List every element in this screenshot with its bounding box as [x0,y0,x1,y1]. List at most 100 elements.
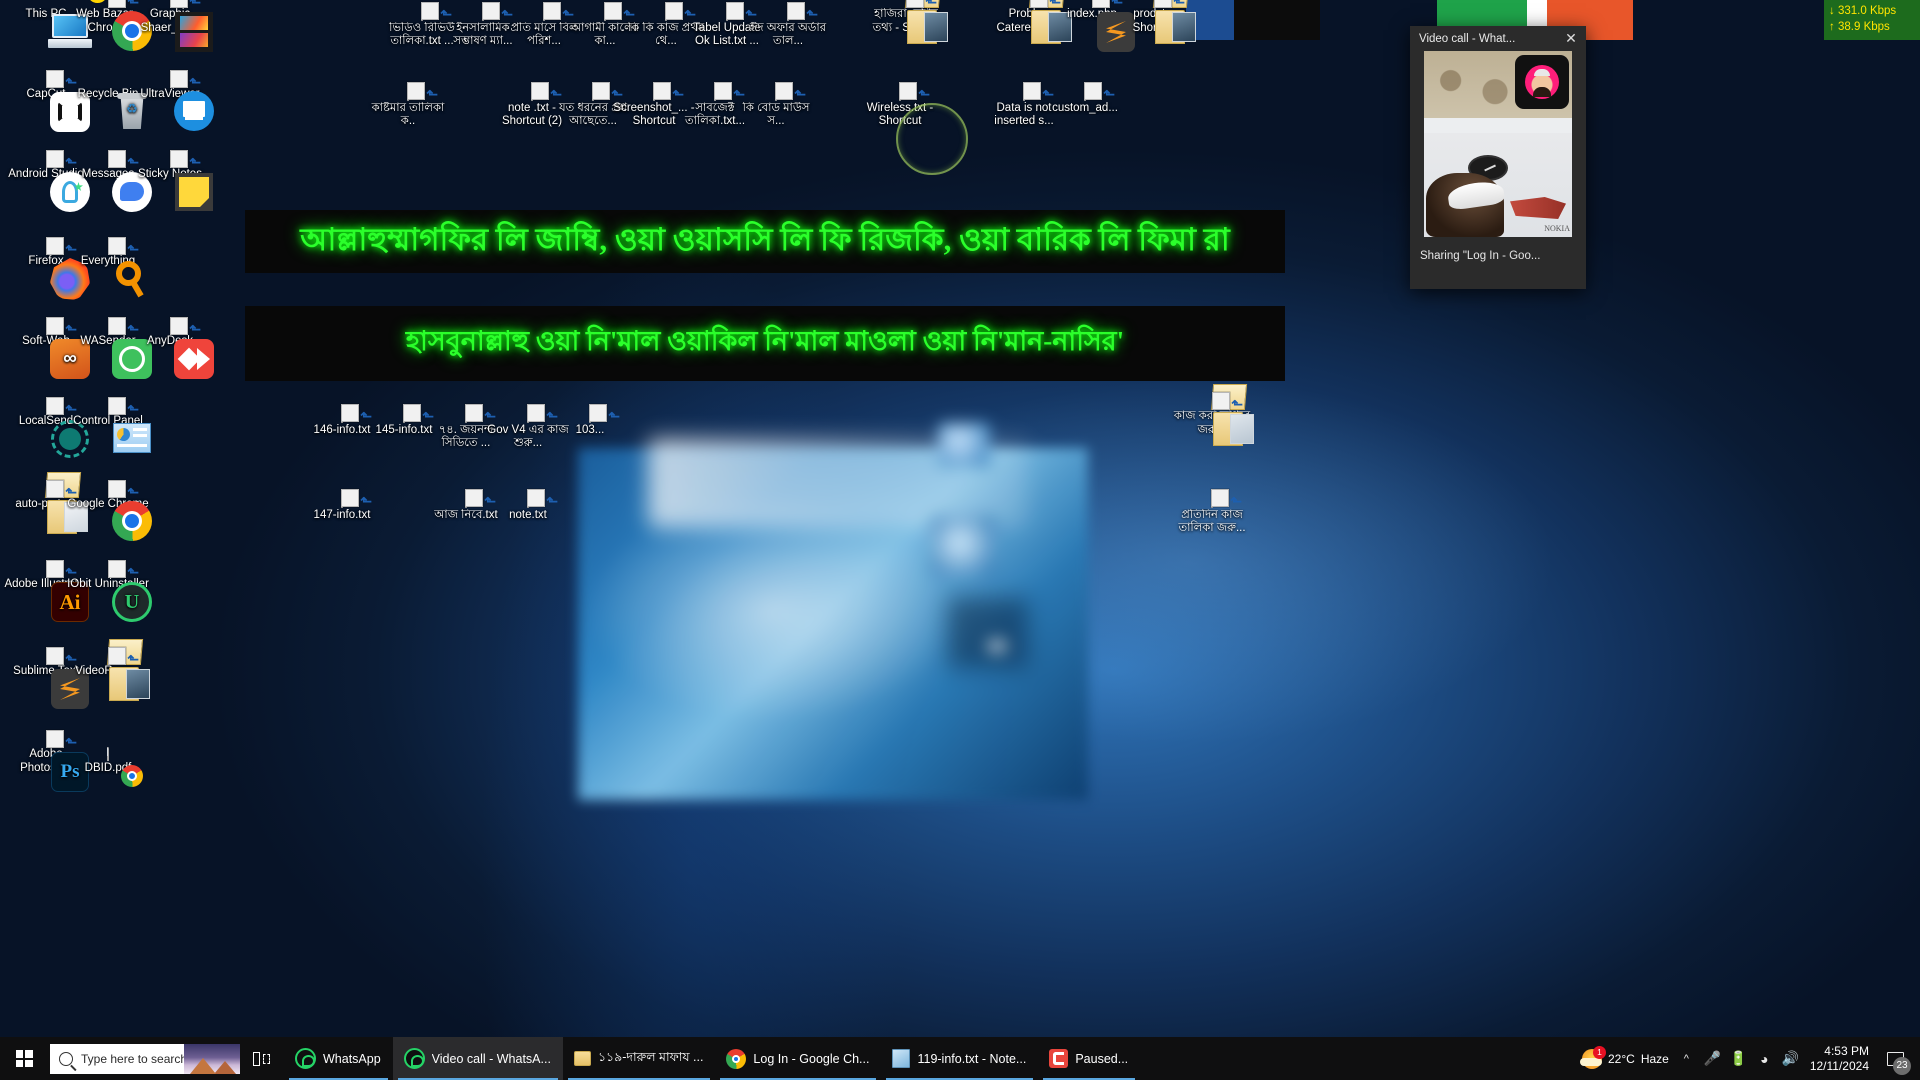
desktop-icon[interactable]: UIObit Uninstaller [66,560,152,622]
video-call-titlebar[interactable]: Video call - What... ✕ [1410,26,1586,51]
weather-temperature: 22°C [1608,1051,1635,1066]
upload-speed: 38.9 Kbps [1838,21,1890,33]
desktop-icon[interactable]: Sticky Notes [128,150,213,211]
desktop-icon[interactable]: AnyDesk [128,317,214,379]
doc-icon [1084,82,1102,101]
doc-icon [665,2,683,21]
video-call-window[interactable]: Video call - What... ✕ NOKIA Sharing "Lo… [1410,26,1586,289]
search-highlight-thumbnail [184,1043,240,1074]
doc-icon [482,2,500,21]
notepad-icon [892,1049,911,1068]
volume-icon[interactable]: 🔊 [1782,1050,1799,1067]
desktop-icon[interactable]: VideoReco... [66,639,150,701]
taskbar-button[interactable]: ১১৯-দারুল মাফায ... [563,1037,715,1080]
doc-icon [589,404,607,423]
self-view-avatar [1515,55,1569,109]
desktop-icon-label: 147-info.txt [313,508,371,521]
weather-icon: 1 [1580,1045,1606,1069]
desktop-icon[interactable]: prodct... Shortc... [1112,0,1196,44]
desktop-icon[interactable]: UltraViewer [128,70,214,131]
desktop-icon[interactable]: কাজ করা লাগবে জরু... [1170,384,1254,446]
doc-icon [531,82,549,101]
clock-time: 4:53 PM [1824,1044,1869,1058]
video-call-feed: NOKIA [1424,51,1572,237]
desktop-icon[interactable]: Control Panel [66,397,151,453]
action-center-button[interactable]: 23 [1878,1037,1912,1080]
upload-arrow-icon: ↑ [1829,21,1835,33]
desktop-text-banner: হাসবুনাল্লাহু ওয়া নি'মাল ওয়াকিল নি'মাল… [245,306,1285,381]
search-input[interactable]: Type here to search [50,1043,240,1074]
desktop-icon[interactable]: প্রতিদিন কাজ তালিকা জরু... [1170,489,1254,536]
taskbar-button[interactable]: 119-info.txt - Note... [881,1037,1038,1080]
doc-icon [775,82,793,101]
desktop-icon[interactable]: note.txt [486,489,570,522]
start-button[interactable] [0,1037,48,1080]
doc-icon [543,2,561,21]
whatsapp-icon [295,1048,316,1069]
desktop-icon[interactable]: কাষ্টমার তালিকা ক.. [366,82,450,129]
doc-icon [407,82,425,101]
chrome-icon [726,1048,747,1069]
shared-screen-overlay [578,423,1088,800]
windows-logo-icon [15,1050,33,1067]
doc-icon [341,404,359,423]
system-tray[interactable]: 1 22°C Haze ^ 🎤 🔋 ◕ 🔊 4:53 PM 12/11/2024… [1580,1037,1920,1080]
video-call-title: Video call - What... [1419,32,1516,45]
download-speed: 331.0 Kbps [1838,5,1897,17]
desktop-icon[interactable]: Google Chrome [66,480,152,541]
doc-icon [592,82,610,101]
desktop-icon[interactable]: 103... [548,404,632,437]
notification-count: 23 [1893,1057,1911,1075]
clock[interactable]: 4:53 PM 12/11/2024 [1808,1044,1869,1073]
doc-icon [714,82,732,101]
desktop-icon[interactable]: Graphic Shaer_Fil... [128,0,213,52]
desktop-text-banner: আল্লাহুম্মাগফির লি জাম্বি, ওয়া ওয়াসসি … [245,210,1285,273]
background-app-stripe [1234,0,1320,40]
desktop-icon-label: 103... [575,423,605,436]
network-speed-meter[interactable]: ↓ 331.0 Kbps ↑ 38.9 Kbps [1824,0,1920,40]
doc-icon [465,404,483,423]
doc-icon [527,489,545,508]
doc-icon [787,2,805,21]
doc-icon [1023,82,1041,101]
doc-icon [726,2,744,21]
folder-icon [573,1051,591,1066]
taskbar-button[interactable]: WhatsApp [284,1037,393,1080]
weather-badge: 1 [1593,1045,1606,1059]
sharing-status: Sharing "Log In - Goo... [1420,250,1541,262]
screenshot-icon [653,82,671,101]
desktop-icon[interactable]: DBID.pdf [66,747,150,787]
weather-condition: Haze [1640,1051,1669,1066]
taskbar-button-label: Video call - WhatsA... [431,1051,551,1066]
taskbar[interactable]: Type here to search WhatsApp Video call -… [0,1037,1920,1080]
taskbar-button[interactable]: Video call - WhatsA... [392,1037,563,1080]
wifi-icon[interactable]: ◕ [1756,1050,1773,1067]
desktop-icon[interactable]: 147-info.txt [300,489,384,522]
doc-icon [527,404,545,423]
doc-icon [604,2,622,21]
desktop-icon-label: ঈদ অফার অর্ডার তাল... [749,21,827,48]
taskbar-button-label: WhatsApp [323,1051,381,1066]
microphone-icon[interactable]: 🎤 [1704,1050,1721,1067]
close-icon[interactable]: ✕ [1556,26,1586,51]
taskbar-button[interactable]: Paused... [1038,1037,1140,1080]
pdf-chrome-icon [107,747,143,787]
idm-icon [1049,1049,1069,1068]
doc-icon [421,2,439,21]
desktop-icon[interactable]: হাজিরা মেশিন তথ্য - Short... [864,0,948,44]
task-view-button[interactable] [240,1037,284,1080]
battery-icon[interactable]: 🔋 [1730,1050,1747,1067]
doc-icon [1211,489,1229,508]
task-view-icon [253,1051,271,1066]
doc-icon [403,404,421,423]
taskbar-button[interactable]: Log In - Google Ch... [715,1037,881,1080]
desktop-icon-label: প্রতিদিন কাজ তালিকা জরু... [1178,508,1246,535]
download-arrow-icon: ↓ [1829,5,1835,17]
desktop-icon-label: note.txt [509,508,547,521]
doc-icon [465,489,483,508]
taskbar-button-label: ১১৯-দারুল মাফায ... [597,1049,704,1064]
show-hidden-icons-chevron-icon[interactable]: ^ [1678,1050,1695,1067]
clock-date: 12/11/2024 [1809,1058,1869,1073]
taskbar-button-label: Paused... [1075,1051,1129,1066]
desktop-icon[interactable]: Everything [66,237,150,298]
